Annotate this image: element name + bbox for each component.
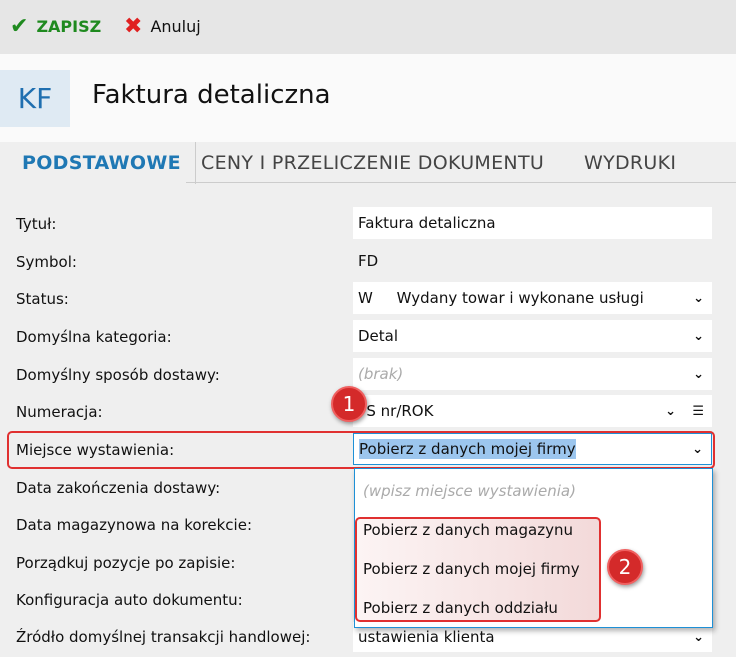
- highlight-frame: [7, 431, 715, 469]
- kategoria-select[interactable]: Detal ⌄: [353, 320, 712, 352]
- chevron-down-icon: ⌄: [693, 290, 704, 306]
- document-header: KF Faktura detaliczna: [0, 54, 736, 142]
- close-icon: ✖: [124, 14, 143, 39]
- toolbar: ✔ ZAPISZ ✖ Anuluj: [0, 0, 736, 54]
- label-symbol: Symbol:: [16, 253, 77, 271]
- label-data-zakonczenia: Data zakończenia dostawy:: [16, 479, 221, 497]
- check-icon: ✔: [10, 14, 29, 39]
- page-title: Faktura detaliczna: [92, 80, 331, 110]
- status-select[interactable]: W Wydany towar i wykonane usługi ⌄: [353, 282, 712, 314]
- annotation-badge-2: 2: [607, 549, 643, 585]
- label-konfiguracja: Konfiguracja auto dokumentu:: [16, 591, 243, 609]
- tab-wydruki[interactable]: WYDRUKI: [584, 142, 676, 184]
- label-porzadkuj: Porządkuj pozycje po zapisie:: [16, 554, 236, 572]
- chevron-down-icon: ⌄: [693, 328, 704, 344]
- dropdown-list: (wpisz miejsce wystawienia) Pobierz z da…: [354, 468, 713, 628]
- option-magazyn[interactable]: Pobierz z danych magazynu: [363, 521, 573, 539]
- label-kategoria: Domyślna kategoria:: [16, 328, 172, 346]
- label-data-magazynowa: Data magazynowa na korekcie:: [16, 516, 253, 534]
- label-numeracja: Numeracja:: [16, 403, 103, 421]
- cancel-button[interactable]: ✖ Anuluj: [124, 14, 201, 39]
- option-oddzial[interactable]: Pobierz z danych oddziału: [363, 599, 558, 617]
- symbol-field: FD: [353, 245, 712, 277]
- sposob-dostawy-select[interactable]: (brak) ⌄: [353, 358, 712, 390]
- chevron-down-icon: ⌄: [693, 366, 704, 382]
- tytul-input[interactable]: Faktura detaliczna: [353, 207, 712, 239]
- divider: [186, 182, 736, 183]
- menu-icon[interactable]: ☰: [692, 404, 704, 419]
- chevron-down-icon: ⌄: [693, 629, 704, 645]
- save-button[interactable]: ✔ ZAPISZ: [10, 14, 101, 39]
- annotation-badge-1: 1: [331, 386, 367, 422]
- dropdown-placeholder[interactable]: (wpisz miejsce wystawienia): [363, 482, 576, 500]
- label-sposob-dostawy: Domyślny sposób dostawy:: [16, 366, 220, 384]
- label-tytul: Tytuł:: [16, 215, 57, 233]
- numeracja-select[interactable]: FS nr/ROK ⌄ ☰: [353, 395, 712, 427]
- chevron-down-icon: ⌄: [665, 403, 676, 419]
- tab-ceny[interactable]: CENY I PRZELICZENIE DOKUMENTU: [201, 142, 544, 184]
- label-status: Status:: [16, 290, 69, 308]
- tab-podstawowe[interactable]: PODSTAWOWE: [0, 142, 196, 184]
- option-moja-firma[interactable]: Pobierz z danych mojej firmy: [363, 560, 580, 578]
- label-zrodlo-transakcji: Źródło domyślnej transakcji handlowej:: [16, 628, 311, 646]
- tab-bar: PODSTAWOWE CENY I PRZELICZENIE DOKUMENTU…: [0, 142, 736, 184]
- document-type-badge: KF: [0, 70, 70, 127]
